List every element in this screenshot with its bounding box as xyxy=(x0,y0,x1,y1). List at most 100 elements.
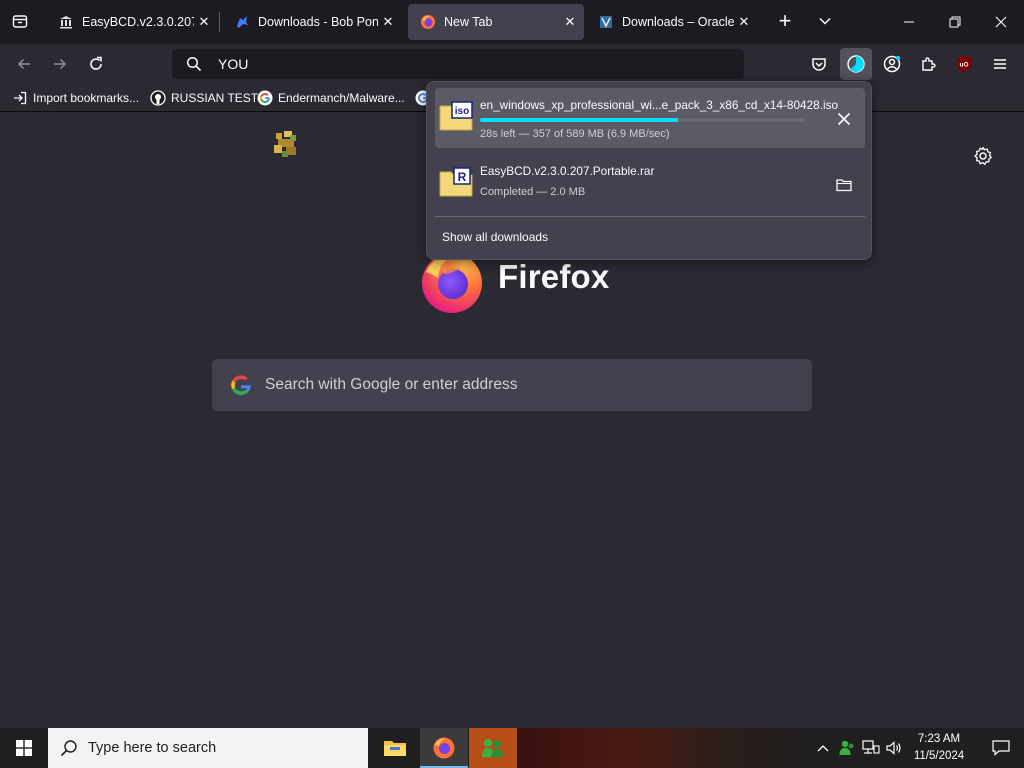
downloads-button[interactable] xyxy=(840,48,872,80)
pony-puzzle-icon xyxy=(234,14,250,30)
customize-newtab-button[interactable] xyxy=(972,145,994,167)
file-explorer-taskbar-button[interactable] xyxy=(371,728,419,768)
download-status: 28s left — 357 of 589 MB (6.9 MB/sec) xyxy=(480,128,670,140)
tab-list-icon xyxy=(12,15,28,28)
minimize-button[interactable] xyxy=(886,0,932,44)
tab-virtualbox[interactable]: Downloads – Oracle VirtualBox ✕ xyxy=(586,4,758,40)
virtualbox-icon xyxy=(598,14,614,30)
taskbar-clock[interactable]: 7:23 AM 11/5/2024 xyxy=(900,731,978,765)
download-filename: en_windows_xp_professional_wi...e_pack_3… xyxy=(480,98,839,112)
search-icon xyxy=(60,740,77,757)
navigation-toolbar: uO xyxy=(0,44,1024,84)
import-icon xyxy=(12,90,28,106)
hamburger-menu-icon xyxy=(994,59,1006,69)
tab-close-icon[interactable]: ✕ xyxy=(378,12,398,32)
address-bar[interactable] xyxy=(172,49,744,79)
ublock-origin-icon: uO xyxy=(957,56,971,72)
tab-label: Downloads - Bob Pony xyxy=(258,15,378,29)
tray-network[interactable] xyxy=(860,728,882,768)
tab-divider xyxy=(219,12,220,32)
windows-logo-icon xyxy=(16,740,32,756)
firefox-wordmark: Firefox xyxy=(498,258,610,295)
file-badge: iso xyxy=(455,106,469,117)
account-button[interactable] xyxy=(876,48,908,80)
cancel-download-button[interactable] xyxy=(833,108,855,130)
messenger-tray-icon xyxy=(839,740,854,755)
show-in-folder-button[interactable] xyxy=(833,174,855,196)
bookmark-russian-test[interactable]: RUSSIAN TEST xyxy=(150,88,258,108)
close-icon xyxy=(995,16,1007,28)
list-tabs-button[interactable] xyxy=(811,7,839,35)
columns-icon xyxy=(58,14,74,30)
downloads-panel: iso en_windows_xp_professional_wi...e_pa… xyxy=(426,81,872,260)
bookmark-label: RUSSIAN TEST xyxy=(171,91,259,105)
bookmark-label: Endermanch/Malware... xyxy=(278,91,405,105)
extensions-button[interactable] xyxy=(912,48,944,80)
restore-button[interactable] xyxy=(932,0,978,44)
network-icon xyxy=(862,740,880,754)
start-button[interactable] xyxy=(0,728,48,768)
pocket-button[interactable] xyxy=(803,48,835,80)
back-arrow-icon xyxy=(17,58,30,70)
taskbar-wallpaper-strip xyxy=(517,728,810,768)
bookmark-label: Import bookmarks... xyxy=(33,91,140,105)
url-input[interactable] xyxy=(218,56,698,72)
tray-messenger[interactable] xyxy=(836,728,858,768)
account-icon xyxy=(883,55,901,73)
firefox-icon xyxy=(433,737,455,759)
iso-file-icon: iso xyxy=(439,101,473,131)
download-status: Completed — 2.0 MB xyxy=(480,186,586,198)
firefox-taskbar-button[interactable] xyxy=(420,728,468,768)
tab-close-icon[interactable]: ✕ xyxy=(560,12,580,32)
chevron-up-icon xyxy=(817,745,829,752)
download-item-rar[interactable]: R EasyBCD.v2.3.0.207.Portable.rar Comple… xyxy=(435,154,865,214)
tab-label: Downloads – Oracle VirtualBox xyxy=(622,15,734,29)
pocket-icon xyxy=(812,58,826,71)
tab-close-icon[interactable]: ✕ xyxy=(194,12,214,32)
forward-arrow-icon xyxy=(54,58,67,70)
plus-icon: + xyxy=(778,8,792,33)
tab-bob-pony[interactable]: Downloads - Bob Pony ✕ xyxy=(222,4,402,40)
new-tab-button[interactable]: + xyxy=(771,7,799,35)
download-filename: EasyBCD.v2.3.0.207.Portable.rar xyxy=(480,164,655,178)
taskbar-search-placeholder: Type here to search xyxy=(88,740,217,756)
google-icon xyxy=(231,375,251,396)
back-button[interactable] xyxy=(8,48,40,80)
messenger-taskbar-button[interactable] xyxy=(469,728,517,768)
file-badge: R xyxy=(458,170,467,184)
reload-button[interactable] xyxy=(80,48,112,80)
clock-time: 7:23 AM xyxy=(917,733,961,745)
ublock-button[interactable]: uO xyxy=(948,48,980,80)
chevron-down-icon xyxy=(819,17,831,25)
list-all-tabs-button[interactable] xyxy=(6,7,34,35)
show-all-downloads-link[interactable]: Show all downloads xyxy=(442,230,548,244)
tab-easybcd[interactable]: EasyBCD.v2.3.0.207.Portable ✕ xyxy=(46,4,218,40)
notification-icon xyxy=(992,740,1010,756)
restore-icon xyxy=(949,16,961,28)
menu-button[interactable] xyxy=(984,48,1016,80)
tab-new-tab[interactable]: New Tab ✕ xyxy=(408,4,584,40)
windows-taskbar: Type here to search 7:23 AM 11/5/2024 xyxy=(0,728,1024,768)
close-window-button[interactable] xyxy=(978,0,1024,44)
msn-messenger-icon xyxy=(482,739,503,757)
newtab-search-input[interactable] xyxy=(265,376,785,394)
action-center-button[interactable] xyxy=(978,728,1024,768)
folder-icon xyxy=(836,179,852,192)
newtab-search-box[interactable] xyxy=(212,359,812,411)
tab-strip: EasyBCD.v2.3.0.207.Portable ✕ Downloads … xyxy=(0,0,1024,44)
firefox-icon xyxy=(420,14,436,30)
panel-divider xyxy=(435,216,865,217)
rar-file-icon: R xyxy=(439,167,473,197)
show-hidden-icons-button[interactable] xyxy=(812,728,834,768)
bookmark-endermanch[interactable]: Endermanch/Malware... xyxy=(257,88,405,108)
download-progress-bar xyxy=(480,118,806,122)
tab-close-icon[interactable]: ✕ xyxy=(734,12,754,32)
bookmark-import[interactable]: Import bookmarks... xyxy=(12,88,139,108)
puzzle-icon xyxy=(922,57,936,71)
search-icon xyxy=(186,56,202,72)
tab-label: New Tab xyxy=(444,15,493,29)
clock-date: 11/5/2024 xyxy=(913,750,965,762)
taskbar-search-box[interactable]: Type here to search xyxy=(48,728,368,768)
download-item-iso[interactable]: iso en_windows_xp_professional_wi...e_pa… xyxy=(435,88,865,148)
forward-button[interactable] xyxy=(44,48,76,80)
